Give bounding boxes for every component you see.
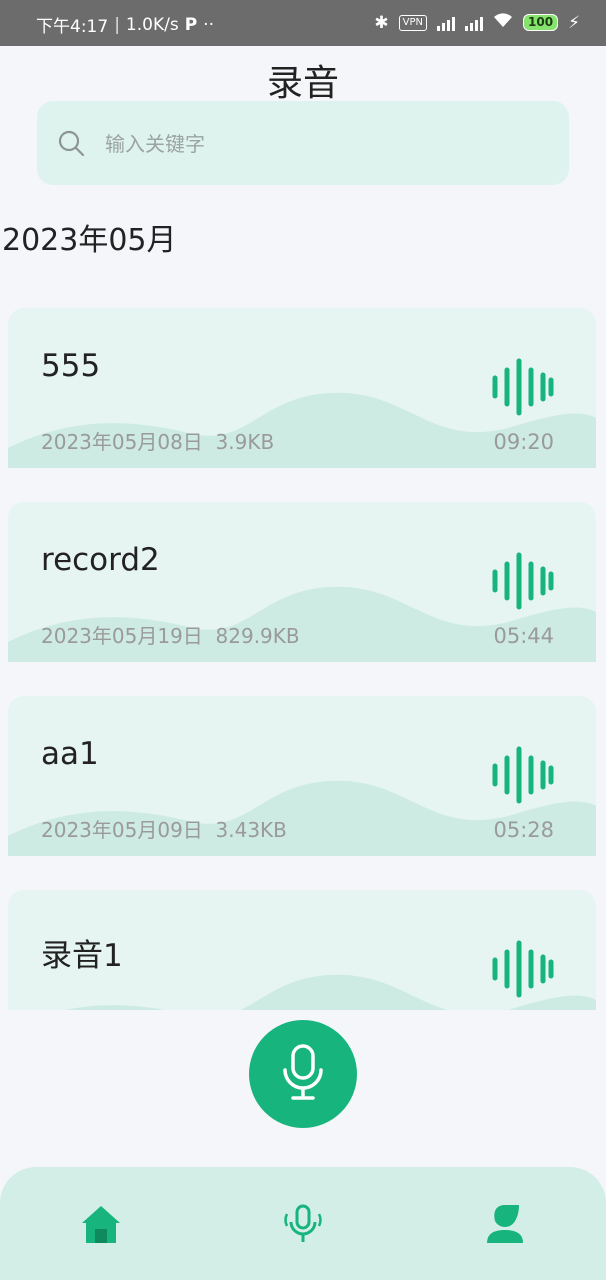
nav-record[interactable] [278, 1201, 328, 1251]
recording-card[interactable]: 录音1 [8, 890, 596, 1010]
recording-date: 2023年05月08日 [41, 430, 203, 454]
audio-wave-icon [492, 358, 554, 420]
recording-meta: 2023年05月09日 3.43KB [41, 814, 287, 843]
wifi-icon [493, 12, 513, 33]
recording-duration: 09:20 [493, 430, 554, 454]
recording-size: 3.43KB [215, 818, 287, 842]
status-separator: | [114, 14, 120, 35]
audio-wave-icon [492, 552, 554, 614]
status-speed: 1.0K/s [125, 14, 179, 35]
audio-wave-icon [492, 746, 554, 808]
recording-size: 3.9KB [215, 430, 275, 454]
recording-date: 2023年05月09日 [41, 818, 203, 842]
status-bar: 下午4:17 | 1.0K/s P ·· ✱ VPN 100 ⚡ [0, 0, 606, 46]
user-icon [485, 1203, 525, 1249]
status-time: 下午4:17 [36, 17, 109, 37]
recording-duration: 05:28 [493, 818, 554, 842]
recording-name: 录音1 [41, 938, 123, 974]
recording-meta [41, 1008, 54, 1010]
nav-profile[interactable] [480, 1201, 530, 1251]
recording-name: 555 [41, 348, 101, 384]
record-button[interactable] [249, 1020, 357, 1128]
recording-card[interactable]: 555 2023年05月08日 3.9KB 09:20 [8, 308, 596, 468]
home-icon [80, 1203, 122, 1249]
recording-name: record2 [41, 542, 160, 578]
recording-date: 2023年05月19日 [41, 624, 203, 648]
microphone-icon [279, 1042, 327, 1106]
voice-mic-icon [281, 1202, 325, 1250]
recording-card[interactable]: aa1 2023年05月09日 3.43KB 05:28 [8, 696, 596, 856]
recording-list[interactable]: 555 2023年05月08日 3.9KB 09:20 record2 2023… [0, 300, 606, 1010]
recording-meta: 2023年05月08日 3.9KB [41, 426, 274, 455]
recording-card[interactable]: record2 2023年05月19日 829.9KB 05:44 [8, 502, 596, 662]
signal-icon-2 [465, 15, 483, 31]
search-bar[interactable] [37, 101, 569, 185]
battery-icon: 100 [523, 14, 559, 31]
page-title: 录音 [266, 63, 339, 104]
p-app-icon: P [184, 14, 198, 35]
search-input[interactable] [103, 123, 547, 165]
bottom-nav [0, 1167, 606, 1280]
more-dots-icon: ·· [203, 14, 214, 35]
search-icon [57, 129, 85, 161]
signal-icon [437, 15, 455, 31]
recording-duration: 05:44 [493, 624, 554, 648]
nav-home[interactable] [76, 1201, 126, 1251]
month-header: 2023年05月 [2, 223, 177, 258]
audio-wave-icon [492, 940, 554, 1002]
vpn-badge: VPN [398, 14, 427, 31]
recording-size: 829.9KB [215, 624, 300, 648]
recording-meta: 2023年05月19日 829.9KB [41, 620, 300, 649]
recording-name: aa1 [41, 736, 99, 772]
bluetooth-icon: ✱ [374, 12, 389, 33]
charging-icon: ⚡ [568, 12, 580, 33]
